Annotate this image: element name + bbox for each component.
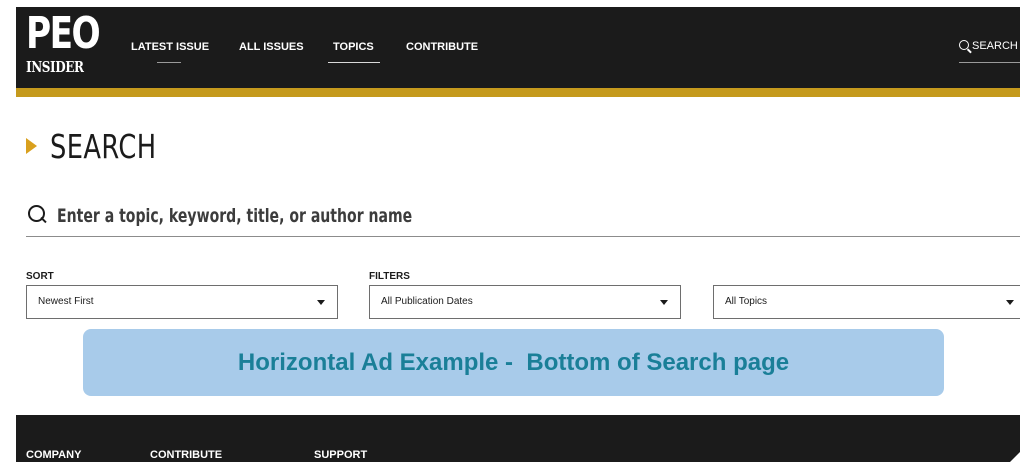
topics-select[interactable]: All Topics	[713, 285, 1020, 319]
nav-latest-issue[interactable]: LATEST ISSUE	[131, 40, 209, 54]
chevron-down-icon	[317, 300, 325, 305]
chevron-down-icon	[660, 300, 668, 305]
nav-all-issues[interactable]: ALL ISSUES	[239, 40, 304, 54]
nav-latest-issue-underline	[157, 62, 181, 63]
page-title: SEARCH	[50, 127, 157, 166]
search-icon	[959, 40, 969, 50]
logo-peo-text: PEO	[26, 8, 101, 59]
search-icon	[28, 205, 46, 223]
footer-heading-contribute: CONTRIBUTE	[150, 449, 223, 461]
nav-contribute[interactable]: CONTRIBUTE	[406, 40, 478, 54]
peo-insider-logo[interactable]: PEO INSIDER	[26, 8, 101, 78]
logo-insider-text: INSIDER	[26, 58, 84, 76]
title-arrow-icon	[26, 138, 37, 154]
chevron-down-icon	[1006, 300, 1014, 305]
publication-date-select-value: All Publication Dates	[381, 296, 473, 307]
page: PEO INSIDER LATEST ISSUE ALL ISSUES TOPI…	[0, 0, 1020, 462]
header-search-label: SEARCH	[972, 40, 1018, 52]
publication-date-select[interactable]: All Publication Dates	[369, 285, 681, 319]
ad-banner-text: Horizontal Ad Example - Bottom of Search…	[237, 348, 790, 376]
sort-select-value: Newest First	[38, 296, 94, 307]
filters-label: FILTERS	[369, 271, 410, 282]
resize-corner-icon	[1010, 452, 1020, 462]
horizontal-ad-banner[interactable]: Horizontal Ad Example - Bottom of Search…	[83, 329, 944, 396]
sort-label: SORT	[26, 271, 54, 282]
footer-heading-support: SUPPORT	[314, 449, 368, 461]
header-search-button[interactable]: SEARCH	[959, 38, 1018, 54]
footer-heading-company: COMPANY	[26, 449, 82, 461]
nav-topics[interactable]: TOPICS	[333, 40, 374, 54]
search-input-underline	[26, 236, 1020, 237]
search-input[interactable]	[57, 203, 575, 229]
header-search-underline	[959, 62, 1020, 63]
sort-select[interactable]: Newest First	[26, 285, 338, 319]
nav-topics-active-underline	[328, 62, 380, 63]
topics-select-value: All Topics	[725, 296, 768, 307]
header-accent-bar	[16, 88, 1020, 97]
